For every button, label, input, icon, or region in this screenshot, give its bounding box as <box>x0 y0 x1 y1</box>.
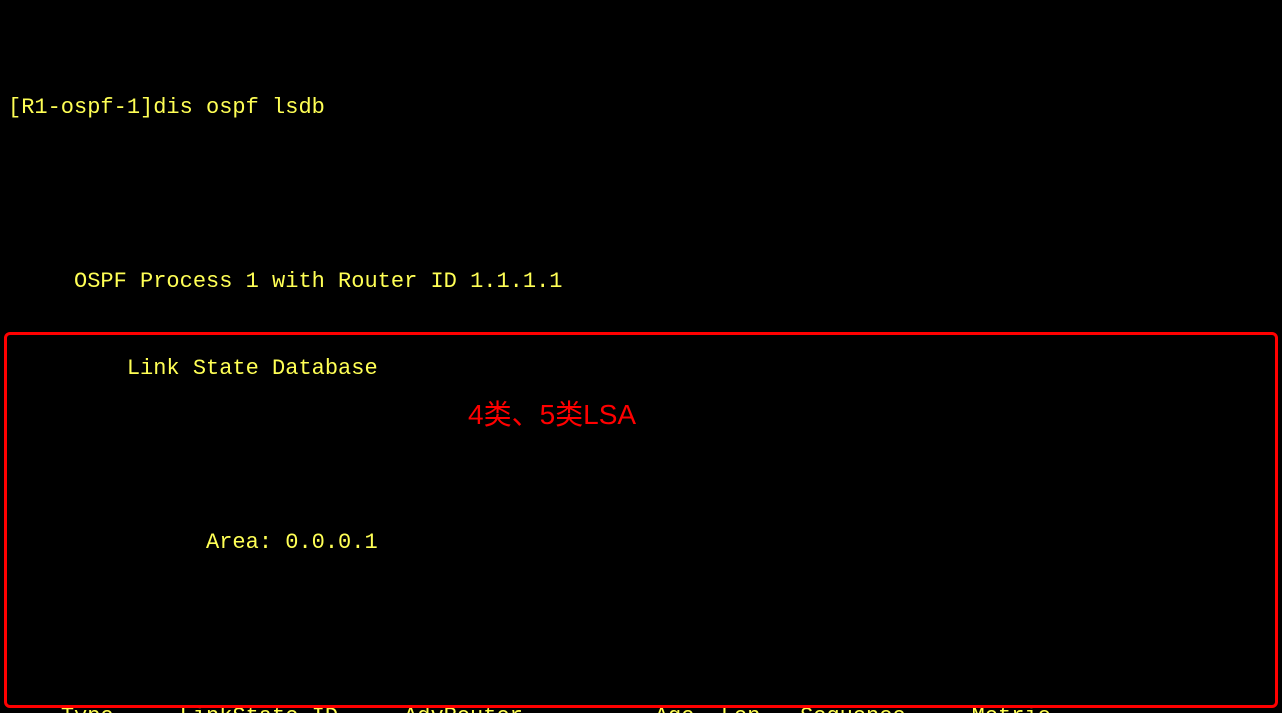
col-sequence: Sequence <box>800 702 958 713</box>
lsdb-header: TypeLinkState IDAdvRouterAge Len SequenceM… <box>8 673 1274 713</box>
area-line: Area: 0.0.0.1 <box>8 528 1274 557</box>
banner-line-1: OSPF Process 1 with Router ID 1.1.1.1 <box>8 267 1274 296</box>
col-linkstate: LinkState ID <box>180 702 404 713</box>
blank-line <box>8 441 1274 470</box>
terminal-output: [R1-ospf-1]dis ospf lsdb OSPF Process 1 … <box>0 0 1282 713</box>
command-line: [R1-ospf-1]dis ospf lsdb <box>8 93 1274 122</box>
col-type: Type <box>61 702 180 713</box>
col-age: Age <box>628 702 694 713</box>
blank-line <box>8 180 1274 209</box>
col-metric: Metric <box>958 702 1050 713</box>
col-advrouter: AdvRouter <box>404 702 628 713</box>
col-len: Len <box>721 702 761 713</box>
annotation-label: 4类、5类LSA <box>468 400 636 429</box>
banner-line-2: Link State Database <box>8 354 1274 383</box>
